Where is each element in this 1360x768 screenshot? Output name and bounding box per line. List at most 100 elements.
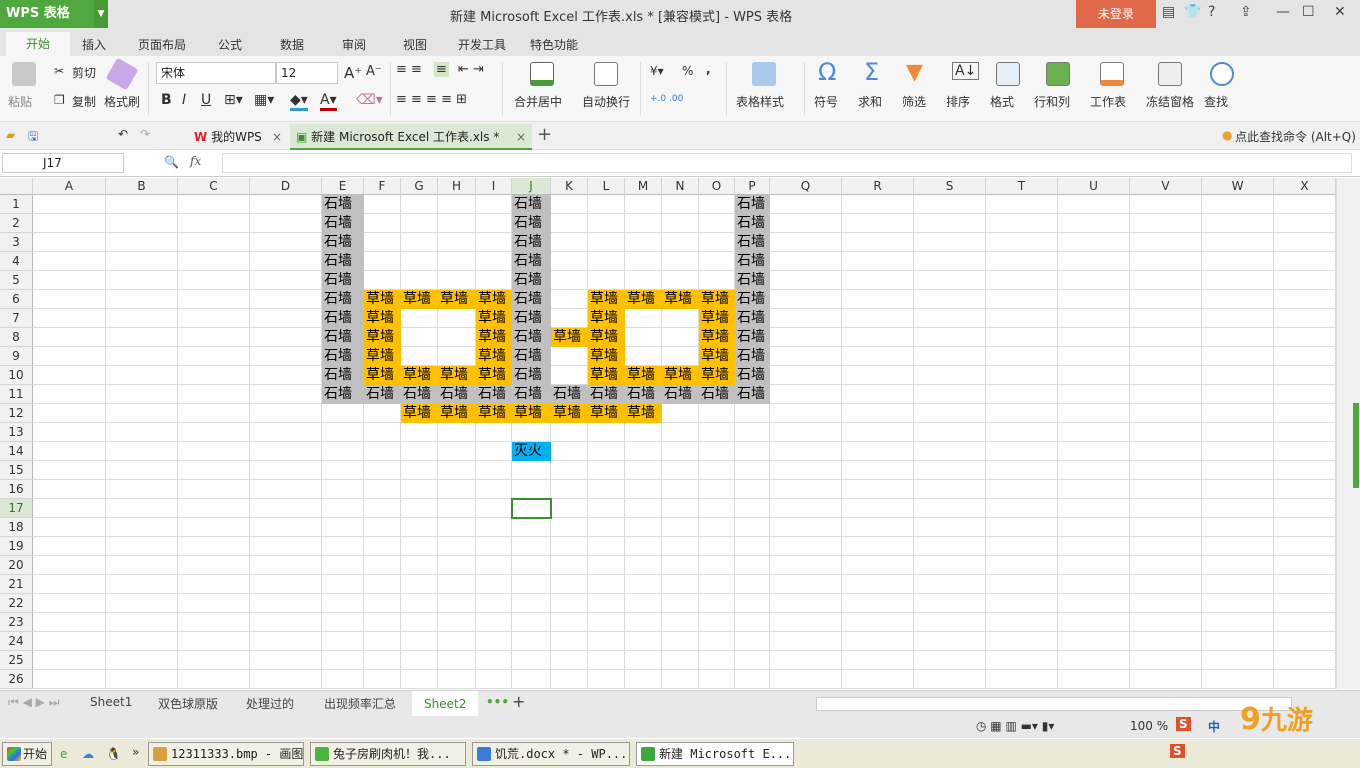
cell-P24[interactable] <box>735 632 770 651</box>
cell-I17[interactable] <box>476 499 512 518</box>
cell-O18[interactable] <box>699 518 735 537</box>
symbol-button[interactable]: 符号 <box>814 93 838 110</box>
column-header-B[interactable]: B <box>106 178 178 195</box>
cell-S7[interactable] <box>914 309 986 328</box>
cell-P10[interactable]: 石墙 <box>735 366 770 385</box>
cell-R8[interactable] <box>842 328 914 347</box>
cell-V15[interactable] <box>1130 461 1202 480</box>
cell-G6[interactable]: 草墙 <box>401 290 438 309</box>
cell-F15[interactable] <box>364 461 401 480</box>
cell-C12[interactable] <box>178 404 250 423</box>
borders-icon[interactable]: ⊞▾ <box>224 92 243 108</box>
cell-A15[interactable] <box>33 461 106 480</box>
cell-K15[interactable] <box>551 461 588 480</box>
cell-H12[interactable]: 草墙 <box>438 404 476 423</box>
cell-O4[interactable] <box>699 252 735 271</box>
cell-E23[interactable] <box>322 613 364 632</box>
cell-F21[interactable] <box>364 575 401 594</box>
sort-icon[interactable]: A↓ <box>952 62 980 80</box>
cell-L1[interactable] <box>588 195 625 214</box>
cell-L9[interactable]: 草墙 <box>588 347 625 366</box>
task-wps-spreadsheet[interactable]: 新建 Microsoft E... <box>636 742 794 766</box>
sheet-nav-arrows[interactable]: ⏮ ◀ ▶ ⏭ <box>8 695 60 710</box>
column-header-E[interactable]: E <box>322 178 364 195</box>
cell-I4[interactable] <box>476 252 512 271</box>
percent-button[interactable]: % <box>682 64 693 78</box>
cell-E17[interactable] <box>322 499 364 518</box>
cell-A23[interactable] <box>33 613 106 632</box>
cell-O24[interactable] <box>699 632 735 651</box>
cell-C18[interactable] <box>178 518 250 537</box>
column-header-W[interactable]: W <box>1202 178 1274 195</box>
cell-S4[interactable] <box>914 252 986 271</box>
cell-F8[interactable]: 草墙 <box>364 328 401 347</box>
login-button[interactable]: 未登录 <box>1076 0 1156 28</box>
cell-U11[interactable] <box>1058 385 1130 404</box>
cell-K25[interactable] <box>551 651 588 670</box>
cell-L6[interactable]: 草墙 <box>588 290 625 309</box>
cell-J12[interactable]: 草墙 <box>512 404 551 423</box>
font-color-icon[interactable]: A▾ <box>320 92 337 111</box>
cell-O20[interactable] <box>699 556 735 575</box>
cell-F19[interactable] <box>364 537 401 556</box>
cell-K6[interactable] <box>551 290 588 309</box>
cell-A19[interactable] <box>33 537 106 556</box>
cell-C13[interactable] <box>178 423 250 442</box>
cell-R9[interactable] <box>842 347 914 366</box>
cell-S25[interactable] <box>914 651 986 670</box>
cell-V13[interactable] <box>1130 423 1202 442</box>
cell-T10[interactable] <box>986 366 1058 385</box>
cell-M10[interactable]: 草墙 <box>625 366 662 385</box>
cell-Q24[interactable] <box>770 632 842 651</box>
cell-M7[interactable] <box>625 309 662 328</box>
cell-J1[interactable]: 石墙 <box>512 195 551 214</box>
cell-V18[interactable] <box>1130 518 1202 537</box>
cell-H14[interactable] <box>438 442 476 461</box>
cell-D22[interactable] <box>250 594 322 613</box>
cell-E3[interactable]: 石墙 <box>322 233 364 252</box>
cell-M4[interactable] <box>625 252 662 271</box>
cell-B17[interactable] <box>106 499 178 518</box>
cell-O3[interactable] <box>699 233 735 252</box>
cell-T18[interactable] <box>986 518 1058 537</box>
cell-T5[interactable] <box>986 271 1058 290</box>
cell-P13[interactable] <box>735 423 770 442</box>
cell-A1[interactable] <box>33 195 106 214</box>
cell-O5[interactable] <box>699 271 735 290</box>
cell-X16[interactable] <box>1274 480 1336 499</box>
cell-H18[interactable] <box>438 518 476 537</box>
cell-T25[interactable] <box>986 651 1058 670</box>
cell-A5[interactable] <box>33 271 106 290</box>
cell-K18[interactable] <box>551 518 588 537</box>
cell-X3[interactable] <box>1274 233 1336 252</box>
cell-C14[interactable] <box>178 442 250 461</box>
cell-D2[interactable] <box>250 214 322 233</box>
cell-W16[interactable] <box>1202 480 1274 499</box>
cell-C20[interactable] <box>178 556 250 575</box>
cell-W20[interactable] <box>1202 556 1274 575</box>
format-icon[interactable] <box>996 62 1020 86</box>
cell-N9[interactable] <box>662 347 699 366</box>
cell-A17[interactable] <box>33 499 106 518</box>
cell-U5[interactable] <box>1058 271 1130 290</box>
cell-K16[interactable] <box>551 480 588 499</box>
tab-page-layout[interactable]: 页面布局 <box>138 36 186 53</box>
task-paint[interactable]: 12311333.bmp - 画图 <box>148 742 304 766</box>
cell-L17[interactable] <box>588 499 625 518</box>
cell-S19[interactable] <box>914 537 986 556</box>
cell-I22[interactable] <box>476 594 512 613</box>
cell-E10[interactable]: 石墙 <box>322 366 364 385</box>
indent-icon[interactable]: ⇤ ⇥ <box>458 62 484 77</box>
cell-M21[interactable] <box>625 575 662 594</box>
cell-P19[interactable] <box>735 537 770 556</box>
cell-T22[interactable] <box>986 594 1058 613</box>
cell-R23[interactable] <box>842 613 914 632</box>
cell-F7[interactable]: 草墙 <box>364 309 401 328</box>
cell-R22[interactable] <box>842 594 914 613</box>
cell-W8[interactable] <box>1202 328 1274 347</box>
cell-J18[interactable] <box>512 518 551 537</box>
cell-M20[interactable] <box>625 556 662 575</box>
cell-X2[interactable] <box>1274 214 1336 233</box>
cell-H3[interactable] <box>438 233 476 252</box>
cell-N23[interactable] <box>662 613 699 632</box>
